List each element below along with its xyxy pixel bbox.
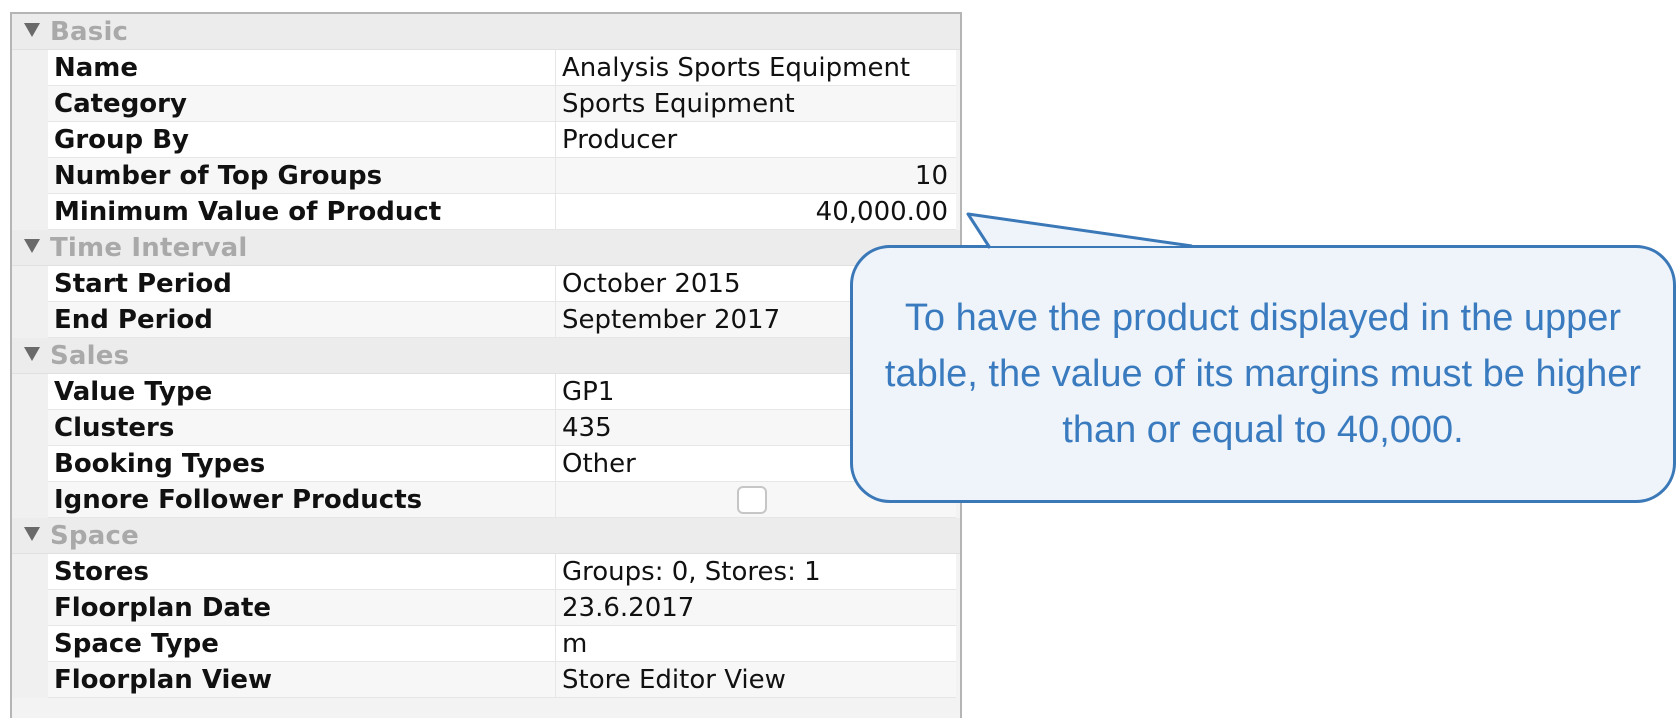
- property-panel: Basic Name Analysis Sports Equipment Cat…: [10, 12, 962, 718]
- row-gutter: [12, 410, 48, 446]
- property-value[interactable]: 40,000.00: [556, 194, 956, 230]
- property-label: Space Type: [48, 626, 556, 662]
- property-value[interactable]: 10: [556, 158, 956, 194]
- property-value[interactable]: Store Editor View: [556, 662, 956, 698]
- triangle-down-icon[interactable]: [24, 22, 40, 37]
- section-header-time-interval[interactable]: Time Interval: [12, 230, 960, 266]
- row-gutter: [12, 446, 48, 482]
- property-label: Floorplan Date: [48, 590, 556, 626]
- triangle-down-icon[interactable]: [24, 526, 40, 541]
- property-label: Minimum Value of Product: [48, 194, 556, 230]
- section-header-space[interactable]: Space: [12, 518, 960, 554]
- property-label: Clusters: [48, 410, 556, 446]
- callout-text: To have the product displayed in the upp…: [884, 297, 1642, 451]
- property-label: Name: [48, 50, 556, 86]
- section-title: Basic: [50, 16, 129, 47]
- row-gutter: [12, 626, 48, 662]
- property-row-stores[interactable]: Stores Groups: 0, Stores: 1: [12, 554, 960, 590]
- property-row-minimum-value-of-product[interactable]: Minimum Value of Product 40,000.00: [12, 194, 960, 230]
- property-label: Value Type: [48, 374, 556, 410]
- callout-bubble: To have the product displayed in the upp…: [850, 245, 1676, 503]
- property-label: Number of Top Groups: [48, 158, 556, 194]
- property-value[interactable]: Groups: 0, Stores: 1: [556, 554, 956, 590]
- section-body-sales: Value Type GP1 Clusters 435 Booking Type…: [12, 374, 960, 518]
- row-gutter: [12, 122, 48, 158]
- section-body-time-interval: Start Period October 2015 End Period Sep…: [12, 266, 960, 338]
- triangle-down-icon[interactable]: [24, 238, 40, 253]
- property-value[interactable]: Analysis Sports Equipment: [556, 50, 956, 86]
- property-row-space-type[interactable]: Space Type m: [12, 626, 960, 662]
- property-label: Start Period: [48, 266, 556, 302]
- section-body-basic: Name Analysis Sports Equipment Category …: [12, 50, 960, 230]
- property-label: Ignore Follower Products: [48, 482, 556, 518]
- row-gutter: [12, 158, 48, 194]
- property-row-name[interactable]: Name Analysis Sports Equipment: [12, 50, 960, 86]
- row-gutter: [12, 86, 48, 122]
- row-gutter: [12, 662, 48, 698]
- property-label: End Period: [48, 302, 556, 338]
- property-row-end-period[interactable]: End Period September 2017: [12, 302, 960, 338]
- property-label: Category: [48, 86, 556, 122]
- property-row-group-by[interactable]: Group By Producer: [12, 122, 960, 158]
- property-row-category[interactable]: Category Sports Equipment: [12, 86, 960, 122]
- property-row-number-of-top-groups[interactable]: Number of Top Groups 10: [12, 158, 960, 194]
- row-gutter: [12, 374, 48, 410]
- property-label: Booking Types: [48, 446, 556, 482]
- row-gutter: [12, 266, 48, 302]
- property-row-start-period[interactable]: Start Period October 2015: [12, 266, 960, 302]
- property-label: Floorplan View: [48, 662, 556, 698]
- property-value[interactable]: 23.6.2017: [556, 590, 956, 626]
- property-row-booking-types[interactable]: Booking Types Other: [12, 446, 960, 482]
- property-row-ignore-follower-products[interactable]: Ignore Follower Products: [12, 482, 960, 518]
- row-gutter: [12, 50, 48, 86]
- property-label: Stores: [48, 554, 556, 590]
- property-row-floorplan-view[interactable]: Floorplan View Store Editor View: [12, 662, 960, 698]
- property-row-floorplan-date[interactable]: Floorplan Date 23.6.2017: [12, 590, 960, 626]
- section-header-sales[interactable]: Sales: [12, 338, 960, 374]
- property-row-value-type[interactable]: Value Type GP1: [12, 374, 960, 410]
- section-title: Time Interval: [50, 232, 248, 263]
- section-title: Sales: [50, 340, 130, 371]
- section-title: Space: [50, 520, 139, 551]
- ignore-follower-products-checkbox[interactable]: [737, 485, 767, 514]
- section-body-space: Stores Groups: 0, Stores: 1 Floorplan Da…: [12, 554, 960, 698]
- property-label: Group By: [48, 122, 556, 158]
- row-gutter: [12, 482, 48, 518]
- property-value[interactable]: Sports Equipment: [556, 86, 956, 122]
- triangle-down-icon[interactable]: [24, 346, 40, 361]
- row-gutter: [12, 590, 48, 626]
- property-value[interactable]: m: [556, 626, 956, 662]
- section-header-basic[interactable]: Basic: [12, 14, 960, 50]
- row-gutter: [12, 554, 48, 590]
- row-gutter: [12, 302, 48, 338]
- property-row-clusters[interactable]: Clusters 435: [12, 410, 960, 446]
- row-gutter: [12, 194, 48, 230]
- property-value[interactable]: Producer: [556, 122, 956, 158]
